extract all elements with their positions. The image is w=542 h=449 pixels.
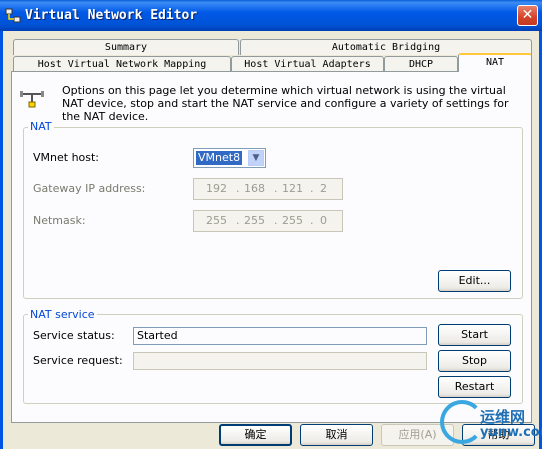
network-editor-icon <box>5 8 21 23</box>
tab-dhcp[interactable]: DHCP <box>384 56 458 72</box>
cancel-button[interactable]: 取消 <box>300 424 373 446</box>
start-button[interactable]: Start <box>438 324 511 346</box>
ip-octet: 0 <box>320 214 327 227</box>
vmnet-host-label: VMnet host: <box>33 151 100 164</box>
restart-button[interactable]: Restart <box>438 376 511 398</box>
ip-octet: 255 <box>244 214 265 227</box>
nat-service-group-title: NAT service <box>28 308 97 321</box>
tab-label: DHCP <box>408 59 434 70</box>
ip-octet: 121 <box>282 182 303 195</box>
service-status-field: Started <box>133 327 427 345</box>
netmask-label: Netmask: <box>33 214 86 227</box>
vmnet-host-value: VMnet8 <box>196 151 243 165</box>
nat-group-title: NAT <box>28 120 54 133</box>
ip-octet: 255 <box>206 214 227 227</box>
edit-button[interactable]: Edit... <box>438 270 511 292</box>
watermark-cn: 运维网 <box>480 408 526 426</box>
ip-dot: . <box>310 182 314 195</box>
ip-dot: . <box>274 182 278 195</box>
gateway-ip-label: Gateway IP address: <box>33 182 146 195</box>
stop-button[interactable]: Stop <box>438 350 511 372</box>
close-button[interactable]: ✕ <box>517 5 538 26</box>
watermark-ring-icon <box>440 400 484 444</box>
close-icon: ✕ <box>521 7 534 23</box>
ip-octet: 2 <box>320 182 327 195</box>
chevron-down-icon[interactable]: ▼ <box>248 150 264 166</box>
ip-dot: . <box>310 214 314 227</box>
tab-label: NAT <box>485 57 505 68</box>
watermark-en: yunw.com <box>480 425 542 440</box>
window-title: Virtual Network Editor <box>25 8 198 23</box>
ip-dot: . <box>236 182 240 195</box>
network-connector-icon <box>20 91 44 108</box>
ok-button[interactable]: 确定 <box>219 424 292 446</box>
netmask-field: 255 . 255 . 255 . 0 <box>193 210 343 232</box>
ip-octet: 255 <box>282 214 303 227</box>
title-bar[interactable]: Virtual Network Editor ✕ <box>0 0 542 31</box>
tab-host-virtual-network-mapping[interactable]: Host Virtual Network Mapping <box>13 56 231 72</box>
tab-label: Summary <box>104 42 148 53</box>
tab-label: Automatic Bridging <box>331 42 441 53</box>
ip-octet: 192 <box>206 182 227 195</box>
watermark-logo: 运维网 yunw.com <box>440 398 542 449</box>
ip-octet: 168 <box>244 182 265 195</box>
intro-text: Options on this page let you determine w… <box>62 84 509 123</box>
service-request-label: Service request: <box>33 354 123 367</box>
tab-summary[interactable]: Summary <box>13 39 239 55</box>
tab-label: Host Virtual Network Mapping <box>37 59 207 70</box>
service-request-field <box>133 352 427 370</box>
vmnet-host-select[interactable]: VMnet8 ▼ <box>193 148 266 168</box>
ip-dot: . <box>274 214 278 227</box>
tab-nat[interactable]: NAT <box>458 53 532 72</box>
service-status-label: Service status: <box>33 329 115 342</box>
tab-host-virtual-adapters[interactable]: Host Virtual Adapters <box>231 56 384 72</box>
gateway-ip-field: 192 . 168 . 121 . 2 <box>193 178 343 200</box>
ip-dot: . <box>236 214 240 227</box>
tab-label: Host Virtual Adapters <box>244 59 371 70</box>
